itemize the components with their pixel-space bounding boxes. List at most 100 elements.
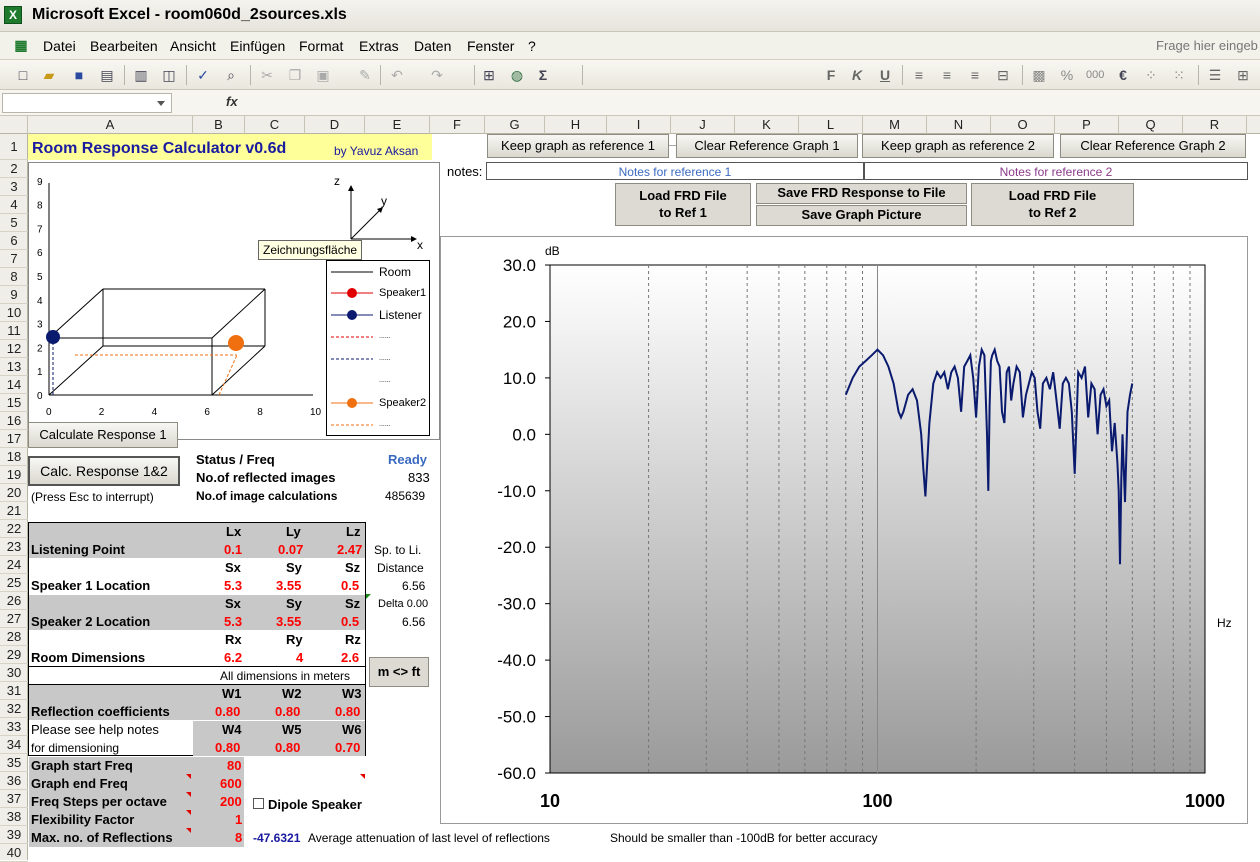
w4-value[interactable]: 0.80 (215, 739, 240, 757)
column-header[interactable]: J (671, 116, 735, 134)
keep-ref2-button[interactable]: Keep graph as reference 2 (862, 134, 1054, 158)
row-header[interactable]: 14 (0, 376, 28, 394)
w2-value[interactable]: 0.80 (275, 703, 300, 721)
load-frd-ref2-button[interactable]: Load FRD File to Ref 2 (971, 183, 1134, 226)
paste-icon[interactable]: ▣ (314, 66, 332, 84)
s2x-value[interactable]: 5.3 (224, 613, 242, 631)
row-header[interactable]: 2 (0, 160, 28, 178)
row-header[interactable]: 34 (0, 736, 28, 754)
row-header[interactable]: 5 (0, 214, 28, 232)
ly-value[interactable]: 0.07 (278, 541, 303, 559)
thousands-icon[interactable]: 000 (1086, 66, 1104, 84)
document-icon[interactable]: ▦ (12, 36, 30, 54)
menu-ansicht[interactable]: Ansicht (170, 38, 216, 54)
graph-start-freq-value[interactable]: 80 (227, 757, 241, 775)
print-preview-icon[interactable]: ◫ (160, 66, 178, 84)
column-header[interactable]: P (1055, 116, 1119, 134)
permission-icon[interactable]: ▤ (98, 66, 116, 84)
row-header[interactable]: 40 (0, 844, 28, 862)
graph-end-freq-value[interactable]: 600 (220, 775, 242, 793)
row-header[interactable]: 16 (0, 412, 28, 430)
clear-ref1-button[interactable]: Clear Reference Graph 1 (676, 134, 858, 158)
spellcheck-icon[interactable]: ✓ (194, 66, 212, 84)
column-header[interactable]: O (991, 116, 1055, 134)
frequency-response-chart[interactable]: 30.0 20.0 10.0 0.0 -10.0 -20.0 -30.0 -40.0 -50.0… (440, 236, 1248, 824)
s1z-value[interactable]: 0.5 (341, 577, 359, 595)
row-header[interactable]: 33 (0, 718, 28, 736)
row-header[interactable]: 20 (0, 484, 28, 502)
row-header[interactable]: 32 (0, 700, 28, 718)
s2z-value[interactable]: 0.5 (341, 613, 359, 631)
column-header[interactable]: B (193, 116, 245, 134)
rz-value[interactable]: 2.6 (341, 649, 359, 667)
row-header[interactable]: 37 (0, 790, 28, 808)
w3-value[interactable]: 0.80 (335, 703, 360, 721)
row-header[interactable]: 1 (0, 134, 28, 160)
calculate-response1-button[interactable]: Calculate Response 1 (28, 422, 178, 448)
row-header[interactable]: 29 (0, 646, 28, 664)
row-header[interactable]: 21 (0, 502, 28, 520)
column-header[interactable]: D (305, 116, 365, 134)
fx-icon[interactable]: fx (226, 94, 238, 109)
row-header[interactable]: 27 (0, 610, 28, 628)
format-painter-icon[interactable]: ✎ (356, 66, 374, 84)
row-header[interactable]: 8 (0, 268, 28, 286)
ry-value[interactable]: 4 (296, 649, 303, 667)
row-header[interactable]: 23 (0, 538, 28, 556)
row-header[interactable]: 18 (0, 448, 28, 466)
menu-bearbeiten[interactable]: Bearbeiten (90, 38, 158, 54)
row-header[interactable]: 25 (0, 574, 28, 592)
rx-value[interactable]: 6.2 (224, 649, 242, 667)
row-header[interactable]: 31 (0, 682, 28, 700)
clear-ref2-button[interactable]: Clear Reference Graph 2 (1060, 134, 1246, 158)
keep-ref1-button[interactable]: Keep graph as reference 1 (487, 134, 669, 158)
menu-extras[interactable]: Extras (359, 38, 399, 54)
italic-icon[interactable]: K (848, 66, 866, 84)
menu-daten[interactable]: Daten (414, 38, 451, 54)
autosum-icon[interactable]: Σ (534, 66, 552, 84)
row-header[interactable]: 19 (0, 466, 28, 484)
s1x-value[interactable]: 5.3 (224, 577, 242, 595)
column-header[interactable]: M (863, 116, 927, 134)
align-left-icon[interactable]: ≡ (910, 66, 928, 84)
row-header[interactable]: 35 (0, 754, 28, 772)
row-header[interactable]: 11 (0, 322, 28, 340)
currency-icon[interactable]: ▩ (1030, 66, 1048, 84)
row-header[interactable]: 38 (0, 808, 28, 826)
column-header[interactable]: C (245, 116, 305, 134)
indent-icon[interactable]: ☰ (1206, 66, 1224, 84)
globe-icon[interactable]: ◍ (508, 66, 526, 84)
align-center-icon[interactable]: ≡ (938, 66, 956, 84)
row-header[interactable]: 13 (0, 358, 28, 376)
row-header[interactable]: 26 (0, 592, 28, 610)
lz-value[interactable]: 2.47 (337, 541, 362, 559)
lx-value[interactable]: 0.1 (224, 541, 242, 559)
increase-decimal-icon[interactable]: ⁘ (1142, 66, 1160, 84)
row-header[interactable]: 12 (0, 340, 28, 358)
open-icon[interactable]: ▰ (40, 66, 58, 84)
save-frd-button[interactable]: Save FRD Response to File (756, 183, 967, 204)
menu-datei[interactable]: Datei (43, 38, 76, 54)
row-header[interactable]: 24 (0, 556, 28, 574)
column-header[interactable]: Q (1119, 116, 1183, 134)
row-header[interactable]: 36 (0, 772, 28, 790)
menu-help[interactable]: ? (528, 38, 536, 54)
column-header[interactable]: K (735, 116, 799, 134)
row-header[interactable]: 30 (0, 664, 28, 682)
s1y-value[interactable]: 3.55 (276, 577, 301, 595)
borders-icon[interactable]: ⊞ (1234, 66, 1252, 84)
column-header[interactable]: E (365, 116, 430, 134)
column-header[interactable]: I (607, 116, 671, 134)
save-graph-picture-button[interactable]: Save Graph Picture (756, 205, 967, 226)
notes-ref1-field[interactable]: Notes for reference 1 (486, 162, 864, 180)
new-icon[interactable]: □ (14, 66, 32, 84)
merge-center-icon[interactable]: ⊟ (994, 66, 1012, 84)
w1-value[interactable]: 0.80 (215, 703, 240, 721)
row-header[interactable]: 22 (0, 520, 28, 538)
row-header[interactable]: 4 (0, 196, 28, 214)
decrease-decimal-icon[interactable]: ⁙ (1170, 66, 1188, 84)
research-icon[interactable]: ⌕ (222, 66, 240, 84)
row-header[interactable]: 3 (0, 178, 28, 196)
ask-question-input[interactable]: Frage hier eingeb (1156, 38, 1258, 53)
column-header[interactable]: R (1183, 116, 1247, 134)
